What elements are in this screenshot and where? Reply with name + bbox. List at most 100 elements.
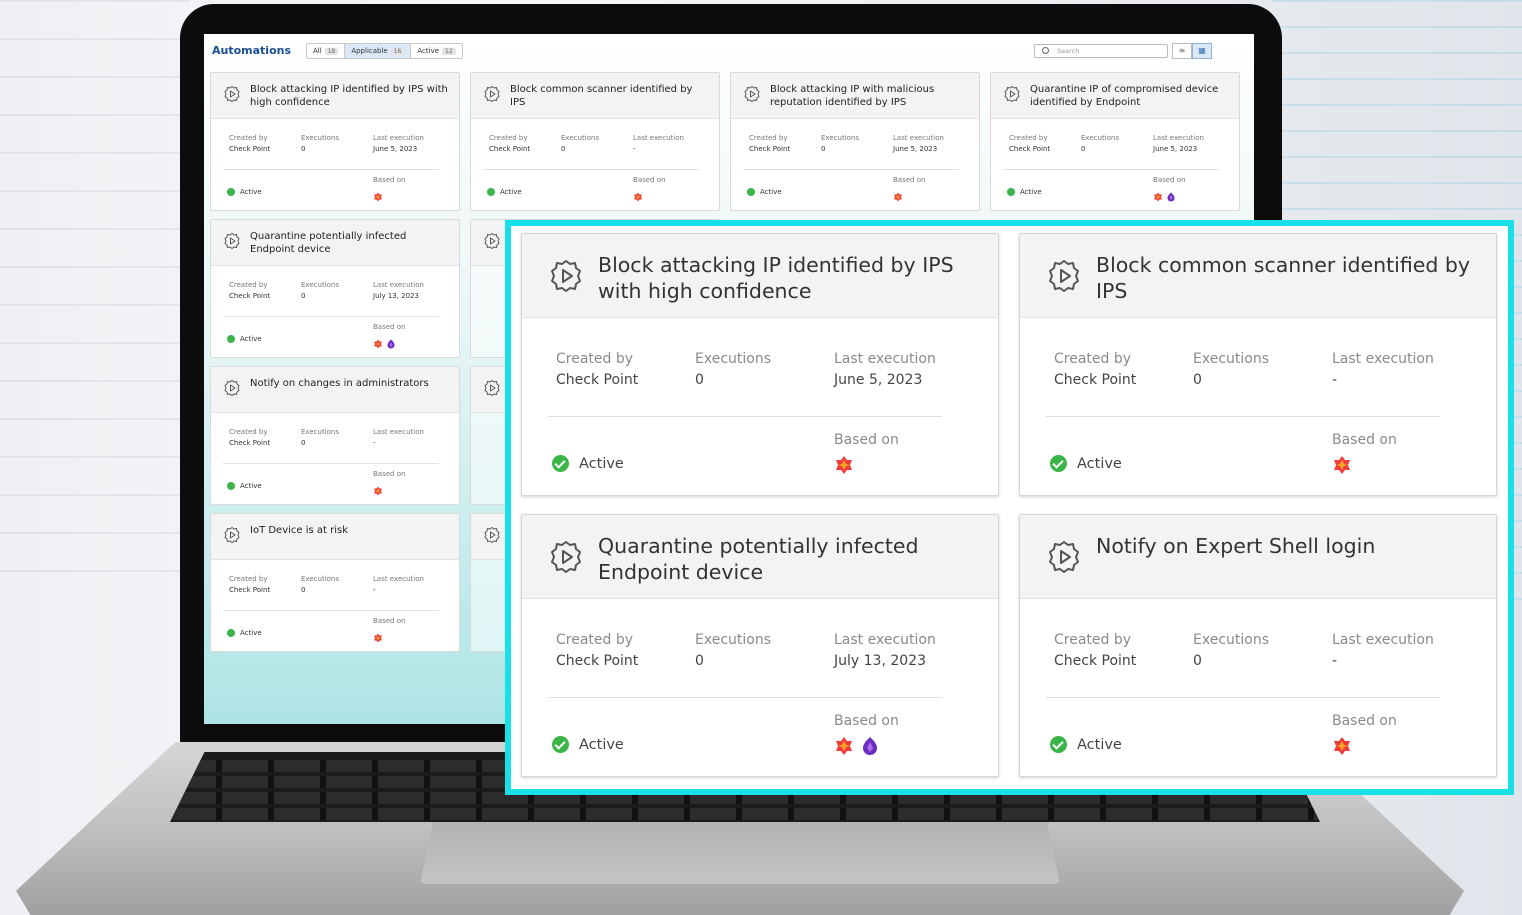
ips-blade-icon (373, 481, 383, 496)
card-header: Block common scanner identified by IPS (471, 73, 719, 119)
card-header: Block attacking IP identified by IPS wit… (211, 73, 459, 119)
created-by-value: Check Point (556, 372, 639, 388)
card-title: Block common scanner identified by IPS (1096, 253, 1471, 303)
active-status-icon (552, 455, 569, 472)
status-label: Active (579, 737, 624, 753)
status-label: Active (1077, 456, 1122, 472)
created-by-value: Check Point (556, 653, 639, 669)
last-execution-value: July 13, 2023 (834, 653, 926, 669)
last-execution-label: Last execution (1332, 351, 1434, 367)
automation-card[interactable]: Quarantine potentially infected Endpoint… (210, 219, 460, 358)
active-status-icon (552, 736, 569, 753)
status-label: Active (240, 482, 262, 490)
card-header: Quarantine potentially infected Endpoint… (522, 515, 998, 599)
automation-gear-icon (548, 258, 584, 294)
executions-label: Executions (301, 281, 339, 289)
last-execution-label: Last execution (834, 351, 936, 367)
card-title: Quarantine potentially infected Endpoint… (250, 231, 407, 255)
created-by-value: Check Point (1054, 653, 1137, 669)
automation-card[interactable]: IoT Device is at risk Created by Check P… (210, 513, 460, 652)
created-by-label: Created by (1054, 351, 1132, 367)
list-view-button[interactable]: ≡ (1172, 43, 1192, 59)
card-title: Quarantine potentially infected Endpoint… (598, 534, 919, 584)
automation-card[interactable]: Block common scanner identified by IPS C… (470, 72, 720, 211)
automation-gear-icon (1046, 539, 1082, 575)
based-on-label: Based on (633, 176, 666, 184)
last-execution-value: June 5, 2023 (373, 145, 418, 153)
card-header: Quarantine potentially infected Endpoint… (211, 220, 459, 266)
executions-label: Executions (1081, 134, 1119, 142)
tab-active[interactable]: Active 12 (411, 44, 461, 58)
active-status-icon (1050, 455, 1067, 472)
created-by-value: Check Point (1009, 145, 1051, 153)
automation-card[interactable]: Block attacking IP identified by IPS wit… (521, 233, 999, 496)
search-input[interactable]: Search (1034, 44, 1168, 58)
executions-value: 0 (301, 145, 306, 153)
created-by-value: Check Point (1054, 372, 1137, 388)
card-title: Block common scanner identified by IPS (510, 84, 693, 108)
executions-value: 0 (301, 292, 306, 300)
automation-card[interactable]: Quarantine potentially infected Endpoint… (521, 514, 999, 777)
automation-card[interactable]: Block attacking IP identified by IPS wit… (210, 72, 460, 211)
page-title: Automations (212, 44, 292, 57)
status-label: Active (240, 629, 262, 637)
card-header: Block attacking IP identified by IPS wit… (522, 234, 998, 318)
card-title: IoT Device is at risk (250, 525, 349, 536)
created-by-label: Created by (1054, 632, 1132, 648)
created-by-label: Created by (229, 134, 268, 142)
card-header: Quarantine IP of compromised device iden… (991, 73, 1239, 119)
based-on-label: Based on (373, 470, 406, 478)
card-header: Block common scanner identified by IPS (1020, 234, 1496, 318)
card-title: Quarantine IP of compromised device iden… (1030, 84, 1219, 108)
automation-card[interactable]: Block attacking IP with malicious reputa… (730, 72, 980, 211)
created-by-label: Created by (556, 351, 634, 367)
grid-view-button[interactable]: ▦ (1192, 43, 1212, 59)
created-by-value: Check Point (749, 145, 791, 153)
endpoint-blade-icon (1166, 187, 1176, 202)
divider (223, 316, 439, 317)
automation-card[interactable]: Block common scanner identified by IPS C… (1019, 233, 1497, 496)
tab-applicable[interactable]: Applicable 16 (345, 44, 412, 58)
active-status-icon (1007, 188, 1015, 196)
divider (743, 169, 959, 170)
active-status-icon (227, 335, 235, 343)
status-label: Active (1077, 737, 1122, 753)
automation-gear-icon (223, 526, 241, 544)
executions-value: 0 (695, 372, 704, 388)
executions-label: Executions (301, 575, 339, 583)
last-execution-value: June 5, 2023 (1153, 145, 1198, 153)
based-on-label: Based on (373, 323, 406, 331)
automation-gear-icon (223, 379, 241, 397)
last-execution-value: - (1332, 372, 1338, 388)
executions-value: 0 (821, 145, 826, 153)
filter-tabs: All 18 Applicable 16 Active 12 (306, 43, 463, 59)
executions-value: 0 (1081, 145, 1086, 153)
created-by-label: Created by (749, 134, 788, 142)
automation-gear-icon (1046, 258, 1082, 294)
last-execution-label: Last execution (633, 134, 684, 142)
last-execution-value: - (373, 439, 376, 447)
automation-gear-icon (1003, 85, 1021, 103)
automation-card[interactable]: Notify on Expert Shell login Created by … (1019, 514, 1497, 777)
active-status-icon (747, 188, 755, 196)
last-execution-label: Last execution (1153, 134, 1204, 142)
tab-all[interactable]: All 18 (307, 44, 346, 58)
created-by-label: Created by (556, 632, 634, 648)
card-title: Notify on Expert Shell login (1096, 534, 1376, 558)
created-by-value: Check Point (229, 145, 271, 153)
active-status-icon (487, 188, 495, 196)
last-execution-value: July 13, 2023 (373, 292, 419, 300)
automation-card[interactable]: Quarantine IP of compromised device iden… (990, 72, 1240, 211)
last-execution-label: Last execution (1332, 632, 1434, 648)
executions-value: 0 (301, 439, 306, 447)
automation-card[interactable]: Notify on changes in administrators Crea… (210, 366, 460, 505)
ips-blade-icon (834, 455, 854, 475)
created-by-value: Check Point (229, 586, 271, 594)
executions-value: 0 (695, 653, 704, 669)
status-label: Active (240, 188, 262, 196)
status-label: Active (500, 188, 522, 196)
endpoint-blade-icon (860, 736, 880, 756)
executions-label: Executions (301, 134, 339, 142)
divider (223, 169, 439, 170)
search-icon (1042, 47, 1049, 54)
